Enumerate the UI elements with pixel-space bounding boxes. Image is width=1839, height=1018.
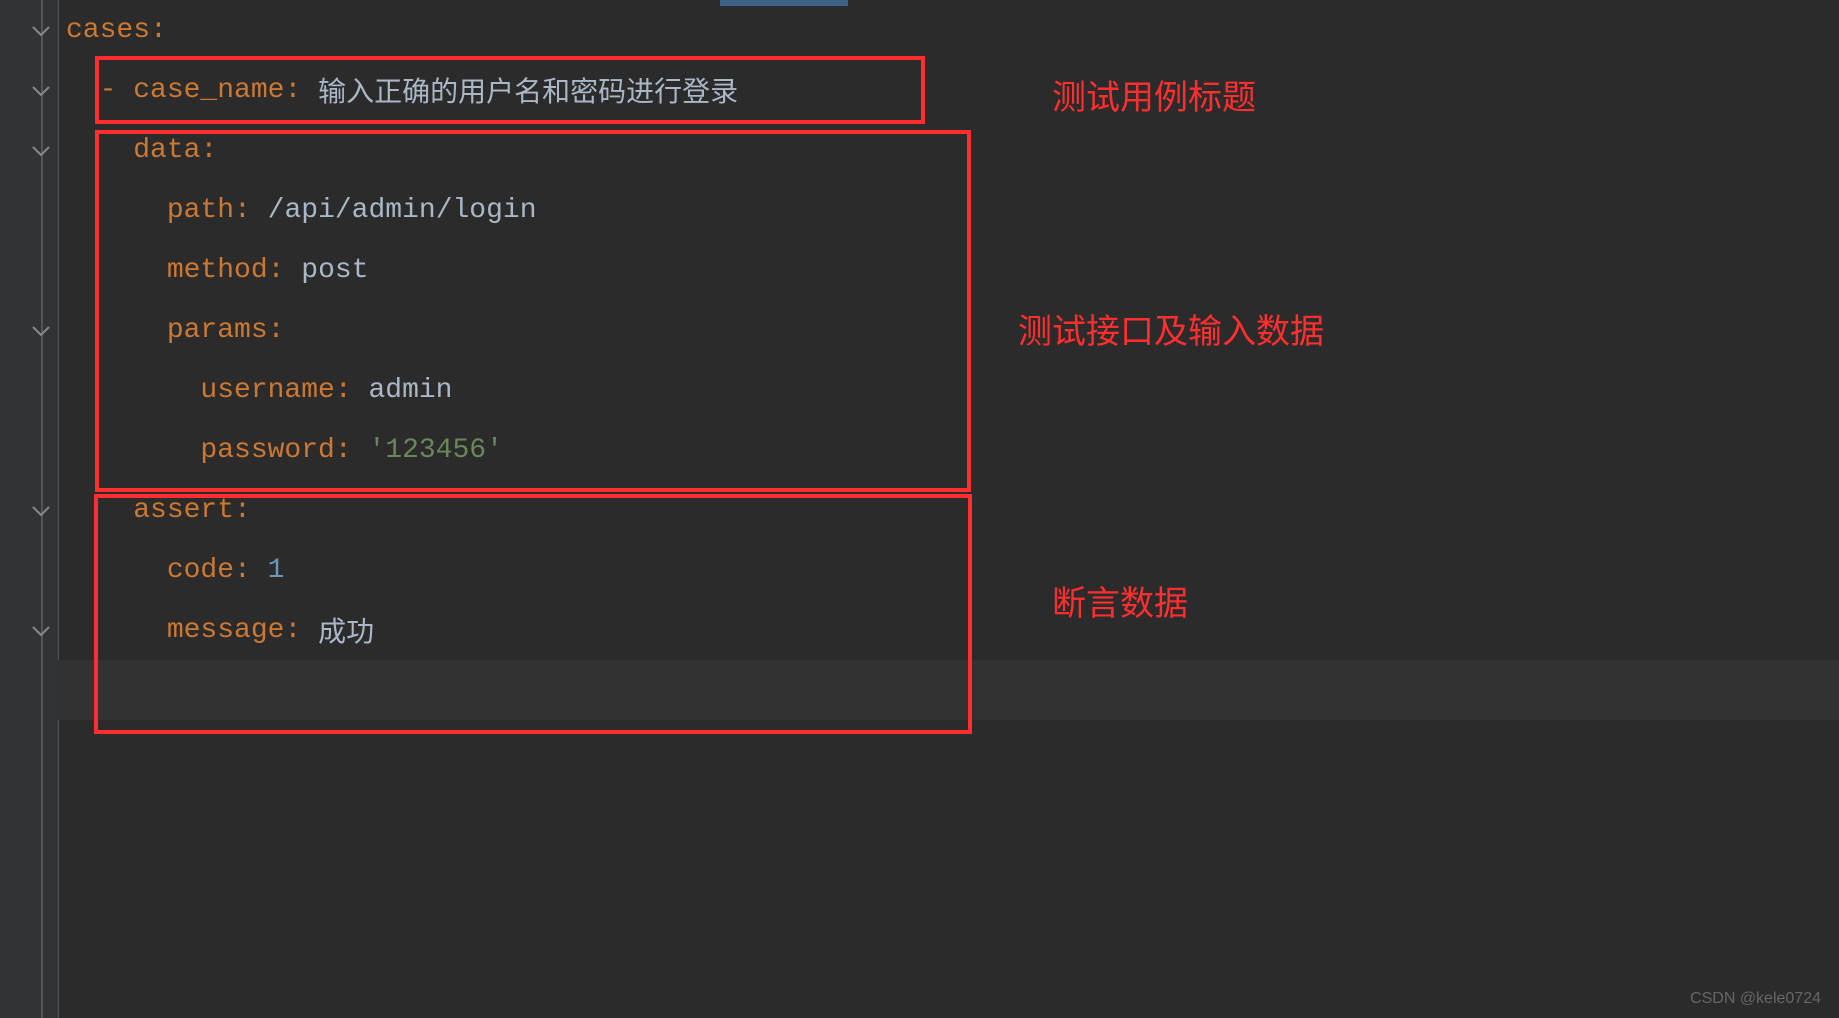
yaml-key: code — [167, 555, 234, 586]
code-line[interactable]: password: '123456' — [58, 420, 1839, 480]
yaml-key: assert — [133, 495, 234, 526]
editor-gutter — [0, 0, 59, 1018]
yaml-key: path — [167, 195, 234, 226]
code-line[interactable]: method: post — [58, 240, 1839, 300]
fold-marker-icon[interactable] — [23, 131, 59, 167]
yaml-key: cases — [66, 15, 150, 46]
code-line[interactable]: message: 成功 — [58, 600, 1839, 660]
fold-marker-icon[interactable] — [23, 611, 59, 647]
yaml-value: post — [301, 255, 368, 286]
fold-marker-icon[interactable] — [23, 71, 59, 107]
code-line-current[interactable] — [58, 660, 1839, 720]
code-line[interactable]: - case_name: 输入正确的用户名和密码进行登录 — [58, 60, 1839, 120]
yaml-list-dash: - — [66, 75, 133, 106]
yaml-value: admin — [368, 375, 452, 406]
fold-marker-icon[interactable] — [23, 311, 59, 347]
yaml-key: message — [167, 615, 285, 646]
code-line[interactable]: assert: — [58, 480, 1839, 540]
yaml-key: data — [133, 135, 200, 166]
code-line[interactable]: cases: — [58, 0, 1839, 60]
code-line[interactable]: path: /api/admin/login — [58, 180, 1839, 240]
yaml-key: method — [167, 255, 268, 286]
yaml-key: case_name — [133, 75, 284, 106]
code-line[interactable]: data: — [58, 120, 1839, 180]
watermark: CSDN @kele0724 — [1690, 990, 1821, 1008]
yaml-value: 输入正确的用户名和密码进行登录 — [318, 70, 738, 110]
yaml-value: /api/admin/login — [268, 195, 537, 226]
yaml-value: 成功 — [318, 610, 374, 650]
yaml-value: 1 — [268, 555, 285, 586]
code-line[interactable]: username: admin — [58, 360, 1839, 420]
fold-marker-icon[interactable] — [23, 11, 59, 47]
yaml-key: username — [200, 375, 334, 406]
code-line[interactable]: params: — [58, 300, 1839, 360]
fold-marker-icon[interactable] — [23, 491, 59, 527]
code-editor[interactable]: cases: - case_name: 输入正确的用户名和密码进行登录 data… — [58, 0, 1839, 720]
yaml-value: '123456' — [368, 435, 502, 466]
yaml-key: password — [200, 435, 334, 466]
yaml-key: params — [167, 315, 268, 346]
code-line[interactable]: code: 1 — [58, 540, 1839, 600]
